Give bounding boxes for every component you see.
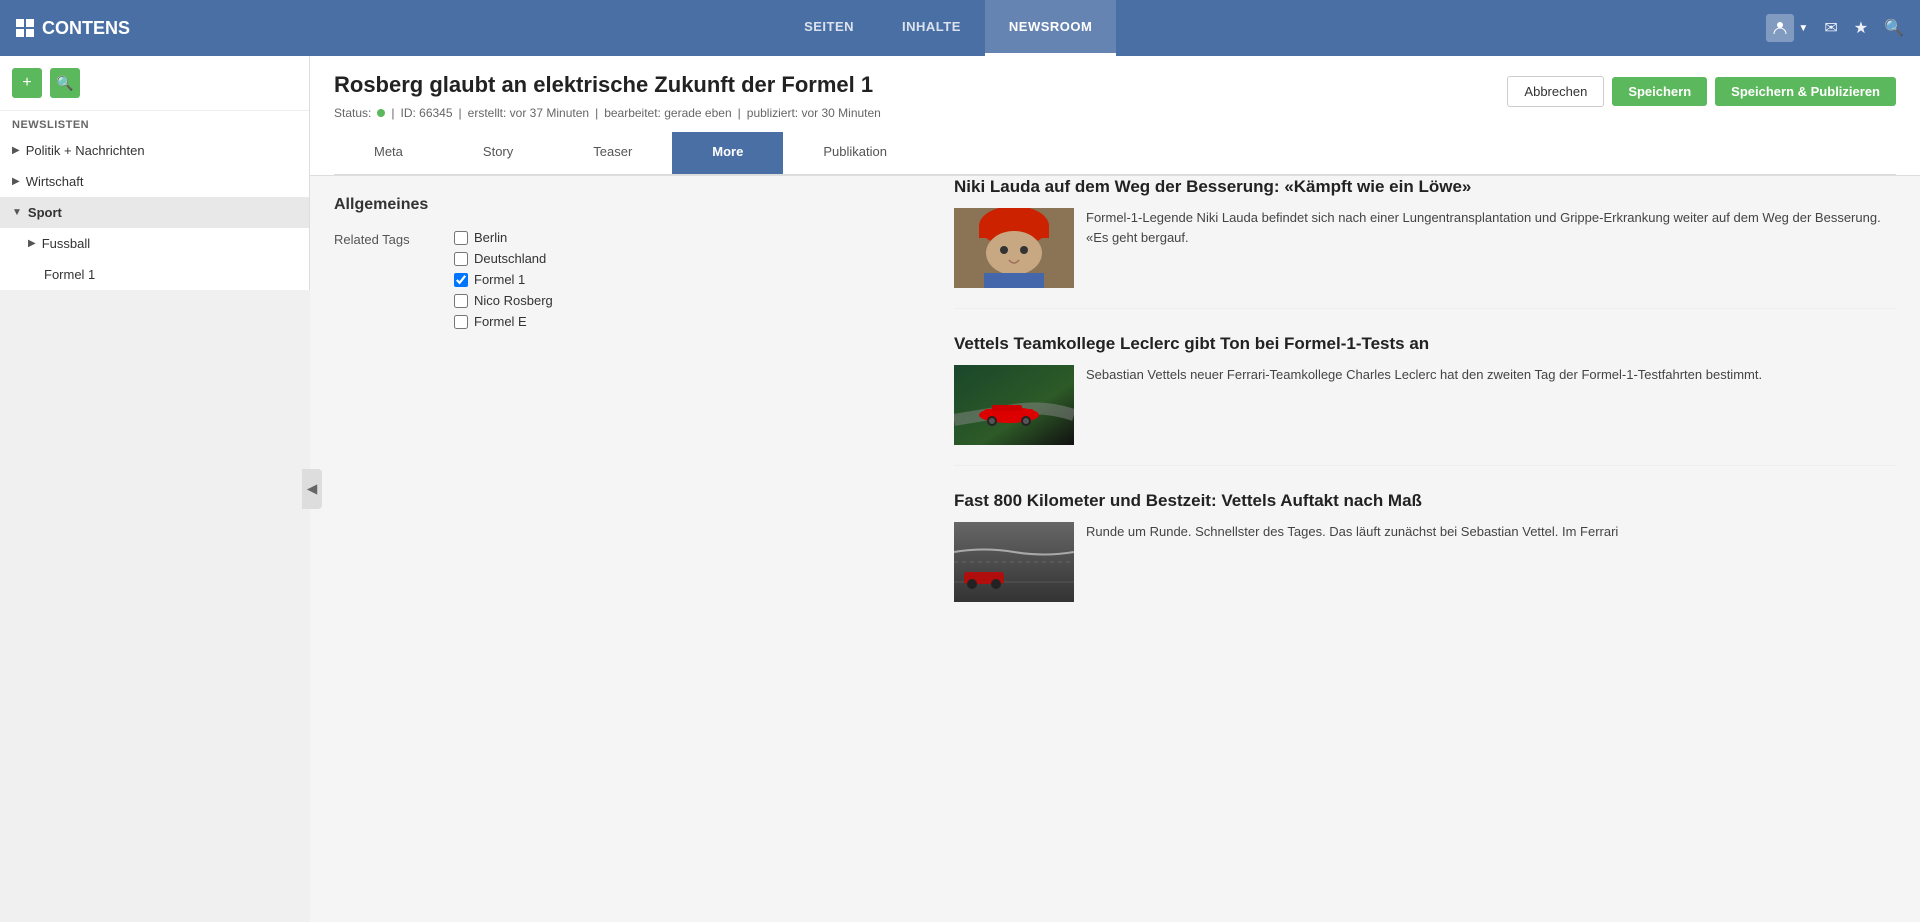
related-tags-row: Related Tags Berlin Deutschland Forme bbox=[334, 230, 906, 329]
related-article-image-2 bbox=[954, 365, 1074, 445]
save-button[interactable]: Speichern bbox=[1612, 77, 1707, 106]
sidebar-item-wirtschaft[interactable]: ▶ Wirtschaft bbox=[0, 166, 309, 197]
tab-more[interactable]: More bbox=[672, 132, 783, 174]
tab-story[interactable]: Story bbox=[443, 132, 553, 174]
related-article-text-1: Formel-1-Legende Niki Lauda befindet sic… bbox=[1086, 208, 1896, 288]
tag-formel-e-checkbox[interactable] bbox=[454, 315, 468, 329]
related-article-image-1 bbox=[954, 208, 1074, 288]
cancel-button[interactable]: Abbrechen bbox=[1507, 76, 1604, 107]
nav-tab-inhalte[interactable]: INHALTE bbox=[878, 0, 985, 56]
logo-grid-icon bbox=[16, 19, 34, 37]
save-publish-button[interactable]: Speichern & Publizieren bbox=[1715, 77, 1896, 106]
related-article-title-2[interactable]: Vettels Teamkollege Leclerc gibt Ton bei… bbox=[954, 333, 1896, 355]
related-article-1: Niki Lauda auf dem Weg der Besserung: «K… bbox=[954, 176, 1896, 309]
tag-berlin-label: Berlin bbox=[474, 230, 507, 245]
tag-nico-rosberg-checkbox[interactable] bbox=[454, 294, 468, 308]
sidebar: + 🔍 NEWSLISTEN ▶ Politik + Nachrichten ▶… bbox=[0, 56, 310, 290]
related-tags-label: Related Tags bbox=[334, 230, 454, 247]
tag-nico-rosberg-label: Nico Rosberg bbox=[474, 293, 553, 308]
sidebar-item-label: Wirtschaft bbox=[26, 174, 84, 189]
section-heading-allgemeines: Allgemeines bbox=[334, 196, 906, 214]
article-title: Rosberg glaubt an elektrische Zukunft de… bbox=[334, 72, 881, 98]
content-area: Rosberg glaubt an elektrische Zukunft de… bbox=[310, 56, 1920, 922]
newslisten-label: NEWSLISTEN bbox=[0, 111, 309, 135]
tag-formel1-checkbox[interactable] bbox=[454, 273, 468, 287]
search-icon[interactable]: 🔍 bbox=[1884, 18, 1904, 38]
edited-time: bearbeitet: gerade eben bbox=[604, 106, 731, 120]
status-label: Status: bbox=[334, 106, 371, 120]
main-layout: + 🔍 NEWSLISTEN ▶ Politik + Nachrichten ▶… bbox=[0, 56, 1920, 922]
more-left-panel: Allgemeines Related Tags Berlin Deutschl… bbox=[310, 176, 930, 922]
article-header-area: Rosberg glaubt an elektrische Zukunft de… bbox=[310, 56, 1920, 176]
sidebar-collapse-button[interactable]: ◀ bbox=[302, 469, 322, 509]
tags-area: Berlin Deutschland Formel 1 Nico Ro bbox=[454, 230, 553, 329]
user-area[interactable]: ▼ bbox=[1766, 14, 1808, 42]
tag-deutschland-checkbox[interactable] bbox=[454, 252, 468, 266]
article-meta: Status: | ID: 66345 | erstellt: vor 37 M… bbox=[334, 106, 881, 120]
related-article-title-1[interactable]: Niki Lauda auf dem Weg der Besserung: «K… bbox=[954, 176, 1896, 198]
search-newslist-button[interactable]: 🔍 bbox=[50, 68, 80, 98]
related-article-body-3: Runde um Runde. Schnellster des Tages. D… bbox=[954, 522, 1896, 602]
mail-icon[interactable]: ✉ bbox=[1824, 18, 1837, 38]
user-dropdown-icon[interactable]: ▼ bbox=[1798, 23, 1808, 34]
tag-formel-e-label: Formel E bbox=[474, 314, 527, 329]
tag-formel1-label: Formel 1 bbox=[474, 272, 525, 287]
related-article-2: Vettels Teamkollege Leclerc gibt Ton bei… bbox=[954, 333, 1896, 466]
tab-content-more: Allgemeines Related Tags Berlin Deutschl… bbox=[310, 176, 1920, 922]
app-name: CONTENS bbox=[42, 18, 130, 39]
sidebar-item-sport[interactable]: ▼ Sport bbox=[0, 197, 309, 228]
related-article-title-3[interactable]: Fast 800 Kilometer und Bestzeit: Vettels… bbox=[954, 490, 1896, 512]
related-article-text-2: Sebastian Vettels neuer Ferrari-Teamkoll… bbox=[1086, 365, 1762, 445]
sidebar-item-label: Fussball bbox=[42, 236, 90, 251]
sidebar-wrapper: + 🔍 NEWSLISTEN ▶ Politik + Nachrichten ▶… bbox=[0, 56, 310, 922]
sidebar-item-fussball[interactable]: ▶ Fussball bbox=[0, 228, 309, 259]
tab-bar: Meta Story Teaser More Publikation bbox=[334, 132, 1896, 175]
sidebar-toolbar: + 🔍 bbox=[0, 56, 309, 111]
related-article-image-3 bbox=[954, 522, 1074, 602]
chevron-right-icon: ▶ bbox=[12, 176, 20, 187]
article-header: Rosberg glaubt an elektrische Zukunft de… bbox=[310, 56, 1920, 176]
user-avatar bbox=[1766, 14, 1794, 42]
sidebar-item-formel1[interactable]: Formel 1 bbox=[0, 259, 309, 290]
sidebar-item-label: Formel 1 bbox=[44, 267, 95, 282]
related-article-3: Fast 800 Kilometer und Bestzeit: Vettels… bbox=[954, 490, 1896, 622]
related-article-text-3: Runde um Runde. Schnellster des Tages. D… bbox=[1086, 522, 1618, 602]
tab-teaser[interactable]: Teaser bbox=[553, 132, 672, 174]
published-time: publiziert: vor 30 Minuten bbox=[747, 106, 881, 120]
chevron-right-icon: ▶ bbox=[12, 145, 20, 156]
article-id: | bbox=[391, 106, 394, 120]
tag-deutschland-label: Deutschland bbox=[474, 251, 546, 266]
header-actions: ▼ ✉ ★ 🔍 bbox=[1766, 14, 1904, 42]
sidebar-item-politik[interactable]: ▶ Politik + Nachrichten bbox=[0, 135, 309, 166]
app-logo: CONTENS bbox=[16, 18, 130, 39]
tag-formel-e[interactable]: Formel E bbox=[454, 314, 553, 329]
nav-tab-seiten[interactable]: SEITEN bbox=[780, 0, 878, 56]
related-article-body-2: Sebastian Vettels neuer Ferrari-Teamkoll… bbox=[954, 365, 1896, 445]
add-newslist-button[interactable]: + bbox=[12, 68, 42, 98]
created-time: erstellt: vor 37 Minuten bbox=[468, 106, 589, 120]
tag-nico-rosberg[interactable]: Nico Rosberg bbox=[454, 293, 553, 308]
tag-berlin[interactable]: Berlin bbox=[454, 230, 553, 245]
status-dot bbox=[377, 109, 385, 117]
chevron-down-icon: ▼ bbox=[12, 207, 22, 218]
tag-deutschland[interactable]: Deutschland bbox=[454, 251, 553, 266]
sidebar-item-label: Sport bbox=[28, 205, 62, 220]
top-header: CONTENS SEITEN INHALTE NEWSROOM ▼ ✉ ★ 🔍 bbox=[0, 0, 1920, 56]
article-id-value: ID: 66345 bbox=[400, 106, 452, 120]
tab-meta[interactable]: Meta bbox=[334, 132, 443, 174]
chevron-right-icon: ▶ bbox=[28, 238, 36, 249]
sidebar-item-label: Politik + Nachrichten bbox=[26, 143, 145, 158]
favorites-icon[interactable]: ★ bbox=[1854, 18, 1868, 38]
related-articles-panel: Niki Lauda auf dem Weg der Besserung: «K… bbox=[930, 176, 1920, 922]
nav-tab-newsroom[interactable]: NEWSROOM bbox=[985, 0, 1116, 56]
tab-publikation[interactable]: Publikation bbox=[783, 132, 927, 174]
top-nav: SEITEN INHALTE NEWSROOM bbox=[780, 0, 1116, 56]
tag-berlin-checkbox[interactable] bbox=[454, 231, 468, 245]
tag-formel1[interactable]: Formel 1 bbox=[454, 272, 553, 287]
related-article-body-1: Formel-1-Legende Niki Lauda befindet sic… bbox=[954, 208, 1896, 288]
